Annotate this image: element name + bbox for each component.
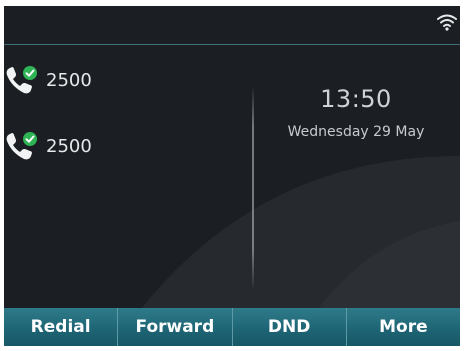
account-line-2[interactable]: 2500 — [4, 126, 92, 166]
wifi-icon — [437, 14, 457, 31]
phone-handset-icon — [4, 129, 38, 163]
background-shapes — [114, 156, 460, 346]
phone-screen: 2500 2500 13:50 Wednesday 29 May Redial … — [0, 0, 464, 351]
redial-softkey[interactable]: Redial — [4, 308, 119, 346]
more-softkey[interactable]: More — [347, 308, 460, 346]
account-label: 2500 — [46, 69, 92, 91]
status-bar — [4, 6, 460, 44]
clock-date: Wednesday 29 May — [287, 124, 425, 140]
account-line-1[interactable]: 2500 — [4, 60, 92, 100]
clock-time: 13:50 — [320, 85, 392, 113]
softkey-bar: Redial Forward DND More — [4, 308, 460, 346]
phone-display: 2500 2500 13:50 Wednesday 29 May Redial … — [4, 6, 460, 346]
account-label: 2500 — [46, 135, 92, 157]
dnd-softkey[interactable]: DND — [233, 308, 347, 346]
forward-softkey[interactable]: Forward — [118, 308, 233, 346]
vertical-divider — [252, 86, 254, 290]
check-badge-icon — [23, 132, 37, 146]
status-divider — [4, 44, 460, 45]
check-badge-icon — [23, 66, 37, 80]
phone-handset-icon — [4, 63, 38, 97]
